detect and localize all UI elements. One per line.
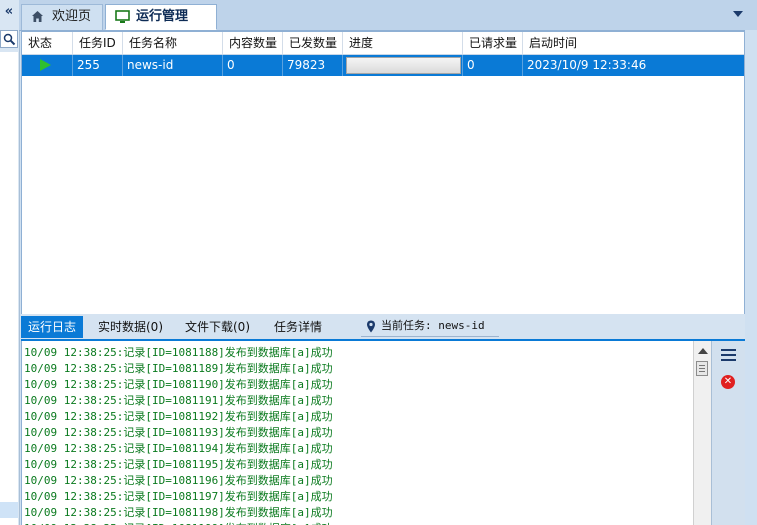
log-line: 10/09 12:38:25:记录[ID=1081188]发布到数据库[a]成功	[24, 346, 333, 359]
scrollbar-thumb[interactable]	[696, 361, 708, 376]
home-icon	[32, 11, 43, 22]
tab-welcome[interactable]: 欢迎页	[21, 4, 103, 30]
tab-welcome-label: 欢迎页	[52, 9, 92, 24]
task-grid[interactable]: 状态 任务ID 任务名称 内容数量 已发数量 进度 已请求量 启动时间 255 …	[21, 31, 745, 315]
task-id-cell: 255	[73, 55, 123, 76]
progress-bar	[346, 57, 461, 74]
log-line: 10/09 12:38:25:记录[ID=1081189]发布到数据库[a]成功	[24, 362, 333, 375]
log-side-toolbar: ✕	[711, 341, 746, 525]
requested-cell: 0	[463, 55, 523, 76]
tab-list-dropdown-icon[interactable]	[733, 11, 743, 17]
tab-file-download[interactable]: 文件下载(0)	[178, 316, 257, 338]
column-header-content-count[interactable]: 内容数量	[223, 32, 283, 54]
column-header-sent-count[interactable]: 已发数量	[283, 32, 343, 54]
search-button[interactable]	[0, 30, 18, 48]
table-row[interactable]: 255 news-id 0 79823 0 2023/10/9 12:33:46	[22, 55, 744, 76]
grid-header: 状态 任务ID 任务名称 内容数量 已发数量 进度 已请求量 启动时间	[22, 32, 744, 55]
scroll-up-icon[interactable]	[698, 348, 708, 354]
column-header-task-name[interactable]: 任务名称	[123, 32, 223, 54]
column-header-requested[interactable]: 已请求量	[463, 32, 523, 54]
play-icon	[40, 59, 51, 71]
log-line: 10/09 12:38:25:记录[ID=1081199]发布到数据库[a]成功	[24, 521, 333, 525]
current-task-indicator: 当前任务: news-id	[361, 316, 499, 337]
column-header-status[interactable]: 状态	[22, 32, 73, 54]
tab-run-log[interactable]: 运行日志	[21, 316, 84, 338]
document-tab-bar: 欢迎页 运行管理	[19, 0, 757, 31]
sent-count-cell: 79823	[283, 55, 343, 76]
tab-run-management-label: 运行管理	[136, 9, 189, 24]
tab-task-detail[interactable]: 任务详情	[267, 316, 329, 338]
collapse-panel-button[interactable]: «	[2, 4, 16, 20]
close-icon[interactable]: ✕	[721, 375, 735, 389]
left-tree-selected-item[interactable]	[0, 502, 18, 518]
left-tree-list[interactable]	[0, 52, 18, 525]
log-line: 10/09 12:38:25:记录[ID=1081196]发布到数据库[a]成功	[24, 474, 333, 487]
status-cell	[22, 55, 73, 76]
column-header-start-time[interactable]: 启动时间	[523, 32, 744, 54]
search-icon	[3, 33, 16, 46]
start-time-cell: 2023/10/9 12:33:46	[527, 58, 647, 72]
window-edge	[745, 30, 757, 525]
left-panel: «	[0, 0, 20, 525]
monitor-icon	[115, 10, 130, 23]
log-scrollbar[interactable]	[693, 341, 711, 525]
bottom-tab-bar: 运行日志 实时数据(0) 文件下载(0) 任务详情 当前任务: news-id	[21, 314, 745, 341]
log-line: 10/09 12:38:25:记录[ID=1081190]发布到数据库[a]成功	[24, 378, 333, 391]
log-line: 10/09 12:38:25:记录[ID=1081192]发布到数据库[a]成功	[24, 410, 333, 423]
tab-run-management[interactable]: 运行管理	[105, 4, 217, 30]
location-pin-icon	[367, 320, 375, 333]
log-line: 10/09 12:38:25:记录[ID=1081194]发布到数据库[a]成功	[24, 442, 333, 455]
run-log-output[interactable]: 10/09 12:38:25:记录[ID=1081188]发布到数据库[a]成功…	[21, 341, 694, 525]
log-line: 10/09 12:38:25:记录[ID=1081191]发布到数据库[a]成功	[24, 394, 333, 407]
current-task-label: 当前任务: news-id	[381, 319, 485, 332]
content-count-cell: 0	[223, 55, 283, 76]
tab-realtime-data[interactable]: 实时数据(0)	[91, 316, 170, 338]
column-header-progress[interactable]: 进度	[343, 32, 463, 54]
task-name-cell: news-id	[123, 55, 223, 76]
log-line: 10/09 12:38:25:记录[ID=1081197]发布到数据库[a]成功	[24, 490, 333, 503]
column-header-task-id[interactable]: 任务ID	[73, 32, 123, 54]
menu-icon[interactable]	[721, 349, 736, 361]
log-line: 10/09 12:38:25:记录[ID=1081195]发布到数据库[a]成功	[24, 458, 333, 471]
progress-cell	[343, 55, 463, 76]
log-line: 10/09 12:38:25:记录[ID=1081193]发布到数据库[a]成功	[24, 426, 333, 439]
log-line: 10/09 12:38:25:记录[ID=1081198]发布到数据库[a]成功	[24, 506, 333, 519]
